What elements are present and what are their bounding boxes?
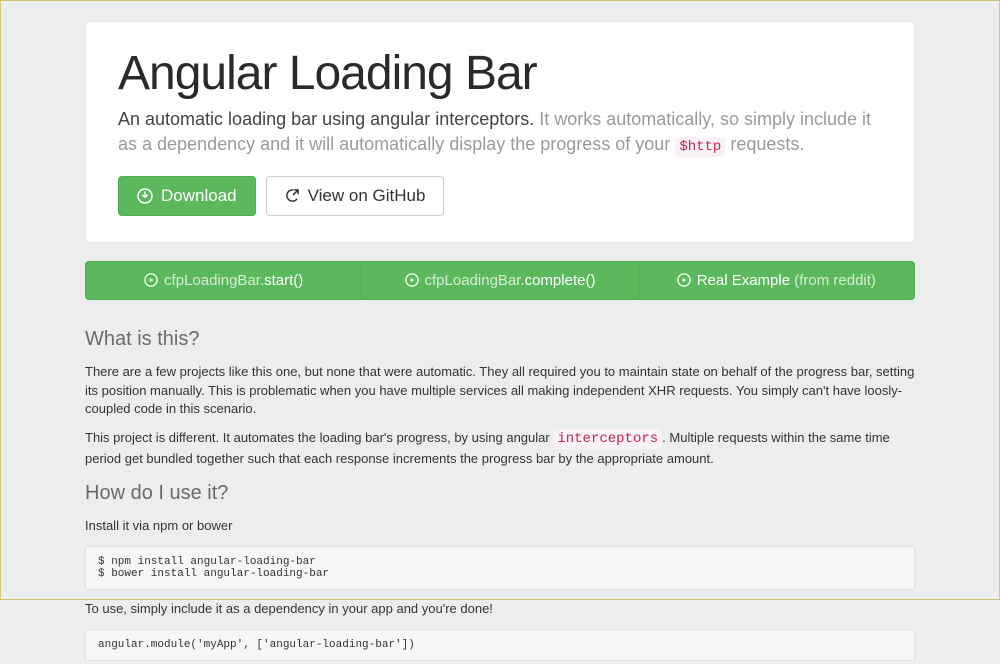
complete-button[interactable]: cfpLoadingBar.complete()	[362, 261, 638, 300]
http-code: $http	[675, 137, 725, 157]
what-paragraph-1: There are a few projects like this one, …	[85, 363, 915, 420]
use-label: To use, simply include it as a dependenc…	[85, 600, 915, 619]
what-paragraph-2: This project is different. It automates …	[85, 429, 915, 468]
download-button[interactable]: Download	[118, 176, 256, 216]
interceptors-code: interceptors	[553, 429, 662, 449]
play-icon	[144, 273, 158, 287]
install-code-block: $ npm install angular-loading-bar $ bowe…	[85, 546, 915, 590]
install-label: Install it via npm or bower	[85, 517, 915, 536]
real-text: Real Example (from reddit)	[697, 272, 876, 289]
complete-text: cfpLoadingBar.complete()	[425, 272, 596, 289]
lead-text: An automatic loading bar using angular i…	[118, 107, 882, 158]
what-is-this-heading: What is this?	[85, 328, 915, 351]
action-button-group: cfpLoadingBar.start() cfpLoadingBar.comp…	[85, 261, 915, 300]
github-button[interactable]: View on GitHub	[266, 176, 445, 216]
start-button[interactable]: cfpLoadingBar.start()	[85, 261, 362, 300]
start-text: cfpLoadingBar.start()	[164, 272, 303, 289]
lead-light-2: requests.	[725, 134, 804, 154]
real-example-button[interactable]: Real Example (from reddit)	[639, 261, 915, 300]
how-do-i-use-it-heading: How do I use it?	[85, 482, 915, 505]
download-label: Download	[161, 186, 237, 206]
external-link-icon	[285, 188, 300, 203]
page-title: Angular Loading Bar	[118, 46, 882, 101]
lead-dark: An automatic loading bar using angular i…	[118, 109, 534, 129]
play-icon	[405, 273, 419, 287]
play-icon	[677, 273, 691, 287]
download-icon	[137, 188, 153, 204]
jumbotron: Angular Loading Bar An automatic loading…	[85, 21, 915, 243]
github-label: View on GitHub	[308, 186, 426, 206]
use-code-block: angular.module('myApp', ['angular-loadin…	[85, 629, 915, 661]
